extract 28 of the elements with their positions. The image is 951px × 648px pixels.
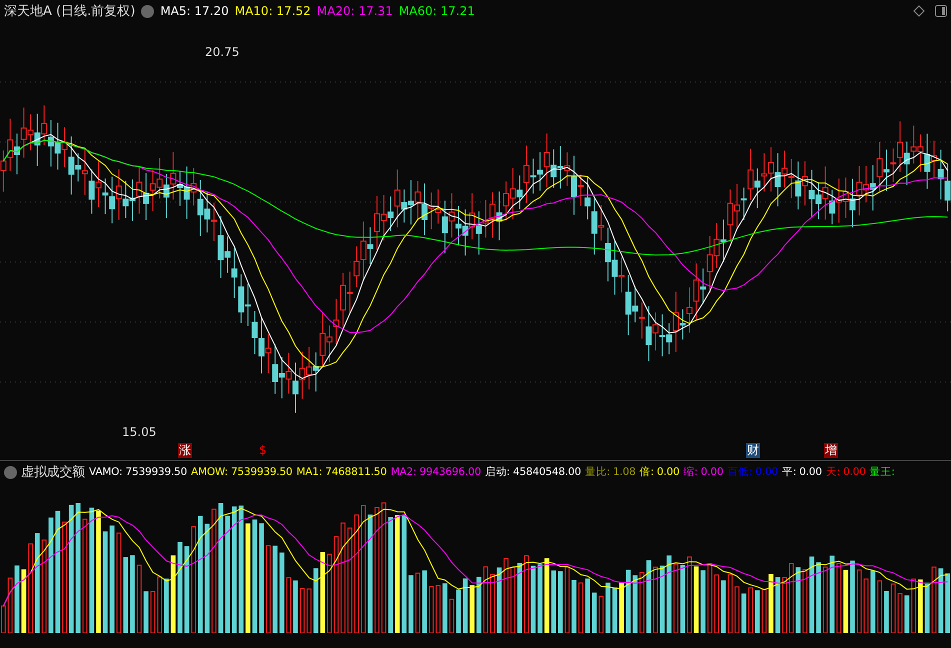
high-price-label: 20.75 bbox=[205, 45, 240, 59]
panel-toggle-icon[interactable] bbox=[935, 5, 947, 17]
indicator-value: 天: 0.00 bbox=[826, 465, 866, 479]
signal-marker: 增 bbox=[824, 443, 838, 458]
dropdown-icon[interactable] bbox=[141, 4, 154, 18]
signal-marker: 财 bbox=[746, 443, 760, 458]
indicator-value: 平: 0.00 bbox=[782, 465, 822, 479]
indicator-value: 倍: 0.00 bbox=[640, 465, 680, 479]
diamond-icon[interactable] bbox=[913, 5, 925, 17]
low-price-label: 15.05 bbox=[122, 425, 156, 439]
indicator-value: MA60: 17.21 bbox=[398, 4, 475, 18]
indicator-value: VAMO: 7539939.50 bbox=[89, 466, 187, 478]
indicator-value: MA1: 7468811.50 bbox=[296, 466, 387, 478]
indicator-value: MA5: 17.20 bbox=[160, 4, 229, 18]
indicator-value: 启动: 45840548.00 bbox=[484, 465, 581, 479]
indicator-value: 量王: bbox=[870, 465, 895, 479]
indicator-value: 缩: 0.00 bbox=[684, 465, 724, 479]
indicator-value: AMOW: 7539939.50 bbox=[191, 466, 292, 478]
indicator-title: 虚拟成交额 bbox=[21, 464, 86, 481]
indicator-value: MA20: 17.31 bbox=[316, 4, 393, 18]
indicator-value: MA2: 9943696.00 bbox=[390, 466, 481, 478]
signal-marker: 涨 bbox=[178, 443, 192, 458]
indicator-value: 量比: 1.08 bbox=[584, 465, 636, 479]
stock-title: 深天地A (日线.前复权) bbox=[4, 3, 136, 20]
indicator-value: 百低: 0.00 bbox=[727, 465, 778, 479]
dropdown-icon[interactable] bbox=[4, 466, 17, 478]
signal-marker: $ bbox=[258, 443, 268, 458]
indicator-value: MA10: 17.52 bbox=[234, 4, 311, 18]
